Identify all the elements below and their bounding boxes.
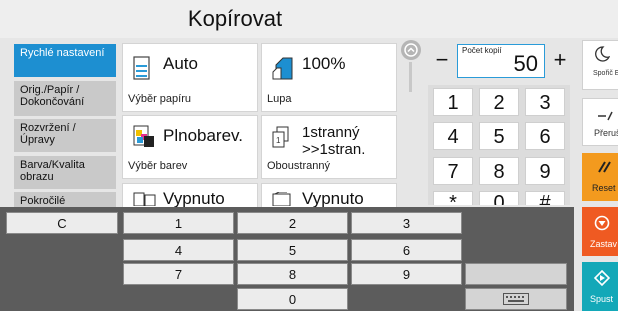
start-button[interactable]: Spust: [582, 262, 618, 311]
paper-selection-tile[interactable]: Auto Výběr papíru: [122, 43, 258, 112]
scroll-up-button[interactable]: [401, 40, 421, 60]
nav-tab-color-image-quality[interactable]: Barva/Kvalita obrazu: [14, 156, 116, 189]
copies-value: 50: [513, 51, 538, 76]
paper-value: Auto: [163, 54, 198, 73]
keypad-key-0[interactable]: 0: [237, 288, 348, 310]
color-value: Plnobarev.: [163, 126, 244, 145]
zoom-value: 100%: [302, 54, 346, 73]
reset-button[interactable]: Reset: [582, 153, 618, 201]
color-selection-icon: [133, 124, 155, 153]
keypad-key-3[interactable]: 3: [351, 212, 462, 234]
zoom-tile[interactable]: 100% Lupa: [261, 43, 397, 112]
duplex-value: 1stranný >>1stran.: [302, 124, 366, 158]
numpad-key-7[interactable]: 7: [433, 157, 473, 185]
paper-label: Výběr papíru: [128, 93, 191, 105]
paper-tray-icon: [133, 56, 150, 85]
zoom-label: Lupa: [267, 93, 292, 105]
interrupt-label: Přeruš: [594, 128, 618, 138]
keyboard-icon: [503, 293, 529, 305]
keypad-key-8[interactable]: 8: [237, 263, 348, 285]
start-label: Spust: [590, 294, 614, 304]
numpad-key-5[interactable]: 5: [479, 122, 519, 150]
keypad-key-4[interactable]: 4: [123, 239, 234, 261]
keypad-key-1[interactable]: 1: [123, 212, 234, 234]
numpad-key-2[interactable]: 2: [479, 88, 519, 116]
nav-tab-label: Barva/Kvalita obrazu: [20, 159, 85, 183]
numpad-key-1[interactable]: 1: [433, 88, 473, 116]
duplex-icon: 1: [272, 126, 290, 153]
increase-copies-button[interactable]: +: [546, 46, 574, 76]
page-title: Kopírovat: [187, 6, 283, 31]
numpad-key-3[interactable]: 3: [525, 88, 565, 116]
color-selection-tile[interactable]: Plnobarev. Výběr barev: [122, 115, 258, 179]
nav-tab-quick-setup[interactable]: Rychlé nastavení: [14, 44, 116, 77]
combine-value: Vypnuto: [163, 189, 225, 208]
interrupt-icon: [583, 99, 618, 126]
stop-button[interactable]: Zastav: [582, 207, 618, 256]
start-icon: [582, 262, 618, 291]
keypad-key-2[interactable]: 2: [237, 212, 348, 234]
nav-tab-label: Orig./Papír / Dokončování: [20, 84, 85, 108]
nav-tab-label: Rozvržení /Úpravy: [20, 122, 76, 146]
decrease-copies-button[interactable]: −: [428, 46, 456, 76]
keypad-key-5[interactable]: 5: [237, 239, 348, 261]
numpad-key-6[interactable]: 6: [525, 122, 565, 150]
keyboard-toggle-button[interactable]: [465, 288, 567, 310]
duplex-label: Oboustranný: [267, 160, 330, 172]
stop-icon: [582, 207, 618, 236]
nav-tab-label: Rychlé nastavení: [20, 47, 105, 59]
nav-tab-layout-edit[interactable]: Rozvržení /Úpravy: [14, 119, 116, 152]
numpad-key-8[interactable]: 8: [479, 157, 519, 185]
scrollbar-track[interactable]: [409, 62, 412, 92]
numpad-key-9[interactable]: 9: [525, 157, 565, 185]
copy-screen: Kopírovat Rychlé nastavení Orig./Papír /…: [0, 0, 618, 311]
keypad-key-6[interactable]: 6: [351, 239, 462, 261]
title-bar: Kopírovat: [0, 0, 618, 38]
keypad-key-9[interactable]: 9: [351, 263, 462, 285]
svg-text:1: 1: [276, 136, 281, 145]
numpad-key-hash[interactable]: #: [525, 191, 565, 205]
moon-icon: [583, 41, 618, 67]
numeric-keypad: 1 2 3 4 5 6 7 8 9 * 0 #: [428, 85, 570, 205]
nav-tab-advanced[interactable]: Pokročilé: [14, 192, 116, 207]
energy-saver-button[interactable]: Spořič En: [582, 40, 618, 90]
nav-tab-label: Pokročilé: [20, 195, 66, 207]
energy-saver-label: Spořič En: [593, 70, 618, 77]
copies-field[interactable]: Počet kopií 50: [457, 44, 545, 78]
combine-tile[interactable]: Vypnuto: [122, 183, 258, 208]
nav-tab-original-paper-finishing[interactable]: Orig./Papír / Dokončování: [14, 81, 116, 116]
reset-icon: [582, 153, 618, 179]
blank-key[interactable]: [465, 263, 567, 285]
numpad-key-0[interactable]: 0: [479, 191, 519, 205]
margin-tile[interactable]: Vypnuto: [261, 183, 397, 208]
margin-value: Vypnuto: [302, 189, 364, 208]
onscreen-keypad: C 1 2 3 4 5 6 7 8 9 0: [0, 207, 574, 311]
reset-label: Reset: [592, 183, 616, 193]
clear-key[interactable]: C: [6, 212, 118, 234]
copies-label: Počet kopií: [462, 46, 502, 55]
zoom-icon: [272, 56, 294, 85]
chevron-up-icon: [404, 43, 418, 57]
numpad-key-star[interactable]: *: [433, 191, 473, 205]
stop-label: Zastav: [590, 239, 618, 249]
interrupt-button[interactable]: Přeruš: [582, 98, 618, 146]
duplex-tile[interactable]: 1 1stranný >>1stran. Oboustranný: [261, 115, 397, 179]
color-label: Výběr barev: [128, 160, 188, 172]
keypad-key-7[interactable]: 7: [123, 263, 234, 285]
numpad-key-4[interactable]: 4: [433, 122, 473, 150]
